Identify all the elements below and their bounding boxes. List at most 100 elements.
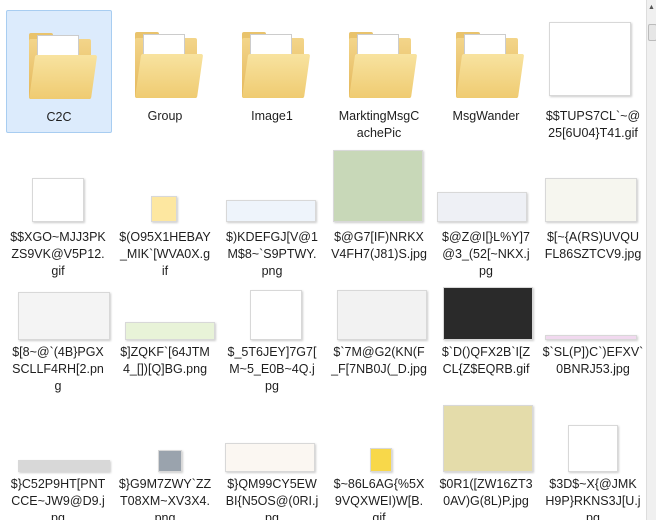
image-thumbnail — [549, 22, 631, 96]
image-file-item[interactable]: $3D$~X{@JMK H9P}RKNS3J[U.j pg — [541, 398, 645, 520]
scrollbar-thumb[interactable] — [648, 24, 656, 41]
folder-item[interactable]: Image1 — [220, 10, 324, 131]
file-name-line: pg — [51, 511, 65, 520]
image-thumbnail — [545, 178, 637, 222]
file-icon-view: C2C Group Image1 MarktingMsgC achePic MsgWand… — [0, 0, 647, 520]
image-file-item[interactable]: $$TUPS7CL`~@ 25[6U04}T41.gif — [541, 10, 645, 148]
image-file-item[interactable]: $~86L6AG{%5X 9VQXWEI)W[B. gif — [327, 398, 431, 520]
image-thumbnail — [333, 150, 423, 222]
file-name-line: pg — [586, 511, 600, 520]
image-file-item[interactable]: $_5T6JEY]7G7[M~5_E0B~4Q.j pg — [220, 282, 324, 401]
image-thumbnail — [151, 196, 177, 222]
image-thumbnail — [226, 200, 316, 222]
file-name-line: $(O95X1HEBAY — [119, 230, 211, 244]
file-name-line: ZS9VK@V5P12. — [11, 247, 105, 261]
file-name-line: $]ZQKF`[64JTM — [120, 345, 210, 359]
vertical-scrollbar[interactable]: ▲ — [646, 0, 656, 520]
file-name-line: MarktingMsgC — [338, 109, 420, 123]
file-name-line: if — [161, 264, 169, 278]
file-name-label: $3D$~X{@JMK H9P}RKNS3J[U.j pg — [541, 476, 645, 520]
file-name-line: $@Z@I[}L%Y]7 — [442, 230, 530, 244]
file-name-line: @3_(52[~NKX.j — [442, 247, 530, 261]
file-name-label: $}QM99CY5EW BI{N5OS@(0RI.j pg — [220, 476, 324, 520]
file-name-line: BI{N5OS@(0RI.j — [225, 494, 319, 508]
folder-item[interactable]: Group — [113, 10, 217, 131]
file-name-label: C2C — [7, 109, 111, 126]
file-name-line: $~86L6AG{%5X — [333, 477, 425, 491]
image-file-item[interactable]: $]ZQKF`[64JTM 4_[])[Q]BG.png — [113, 282, 217, 384]
file-name-label: $}C52P9HT[PNT CCE~JW9@D9.j pg — [6, 476, 110, 520]
image-file-item[interactable]: $$XGO~MJJ3PK ZS9VK@V5P12. gif — [6, 140, 110, 286]
file-name-label: $`D()QFX2B`I[Z CL{Z$EQRB.gif — [434, 344, 538, 378]
image-file-item[interactable]: $`7M@G2(KN(F _F[7NB0J(_D.jpg — [327, 282, 431, 384]
scroll-up-arrow-icon[interactable]: ▲ — [648, 4, 655, 11]
file-name-line: FL86SZTCV9.jpg — [544, 247, 642, 261]
image-thumbnail — [125, 322, 215, 340]
file-name-line: H9P}RKNS3J[U.j — [545, 494, 641, 508]
folder-icon — [349, 32, 418, 98]
file-name-label: $)KDEFGJ[V@1 M$8~`S9PTWY. png — [220, 229, 324, 280]
file-name-line: $}QM99CY5EW — [227, 477, 317, 491]
file-name-label: Group — [113, 108, 217, 125]
file-name-line: 0AV)G(8L)P.jpg — [443, 494, 529, 508]
file-name-line: $`SL(P])C`)EFXV` — [542, 345, 644, 359]
file-name-label: Image1 — [220, 108, 324, 125]
image-thumbnail — [545, 335, 637, 340]
file-name-label: $@G7[IF)NRKX V4FH7(J81)S.jpg — [327, 229, 431, 263]
image-file-item[interactable]: $[8~@`(4B}PGX SCLLF4RH[2.pn g — [6, 282, 110, 401]
file-name-label: $$XGO~MJJ3PK ZS9VK@V5P12. gif — [6, 229, 110, 280]
file-name-line: $}G9M7ZWY`ZZ — [118, 477, 212, 491]
image-file-item[interactable]: $@G7[IF)NRKX V4FH7(J81)S.jpg — [327, 140, 431, 269]
file-name-line: 0BNRJ53.jpg — [556, 362, 630, 376]
image-thumbnail — [18, 292, 110, 340]
file-name-label: $[~{A(RS)UVQU FL86SZTCV9.jpg — [541, 229, 645, 263]
file-name-line: $`7M@G2(KN(F — [333, 345, 425, 359]
folder-icon — [242, 32, 311, 98]
image-file-item[interactable]: $`SL(P])C`)EFXV` 0BNRJ53.jpg — [541, 282, 645, 384]
file-name-line: _F[7NB0J(_D.jpg — [331, 362, 427, 376]
file-name-line: CCE~JW9@D9.j — [11, 494, 105, 508]
image-thumbnail — [443, 287, 533, 340]
folder-item[interactable]: C2C — [6, 10, 112, 133]
image-file-item[interactable]: $(O95X1HEBAY _MIK`[WVA0X.g if — [113, 140, 217, 286]
image-file-item[interactable]: $}G9M7ZWY`ZZ T08XM~XV3X4. png — [113, 398, 217, 520]
file-name-line: C2C — [46, 110, 72, 124]
file-name-line: png — [154, 511, 176, 520]
folder-icon — [135, 32, 204, 98]
file-name-line: $$TUPS7CL`~@ — [545, 109, 641, 123]
file-name-line: MsgWander — [452, 109, 520, 123]
image-file-item[interactable]: $0R1([ZW16ZT3 0AV)G(8L)P.jpg — [434, 398, 538, 516]
file-name-line: $@G7[IF)NRKX — [334, 230, 424, 244]
image-thumbnail — [158, 450, 182, 472]
image-thumbnail — [225, 443, 315, 472]
folder-item[interactable]: MsgWander — [434, 10, 538, 131]
file-name-line: 4_[])[Q]BG.png — [122, 362, 208, 376]
file-name-line: g — [54, 379, 62, 393]
file-name-line: gif — [372, 511, 386, 520]
file-name-label: $]ZQKF`[64JTM 4_[])[Q]BG.png — [113, 344, 217, 378]
image-thumbnail — [437, 192, 527, 222]
image-file-item[interactable]: $)KDEFGJ[V@1 M$8~`S9PTWY. png — [220, 140, 324, 286]
file-name-label: $`SL(P])C`)EFXV` 0BNRJ53.jpg — [541, 344, 645, 378]
file-name-line: pg — [479, 264, 493, 278]
file-name-line: png — [261, 264, 283, 278]
file-name-label: $_5T6JEY]7G7[M~5_E0B~4Q.j pg — [220, 344, 324, 395]
file-name-label: $@Z@I[}L%Y]7 @3_(52[~NKX.jpg — [434, 229, 538, 280]
file-name-line: M~5_E0B~4Q.j — [229, 362, 315, 376]
image-thumbnail — [443, 405, 533, 472]
image-file-item[interactable]: $}QM99CY5EW BI{N5OS@(0RI.j pg — [220, 398, 324, 520]
folder-item[interactable]: MarktingMsgC achePic — [327, 10, 431, 148]
image-thumbnail — [250, 290, 302, 340]
file-name-line: $}C52P9HT[PNT — [10, 477, 106, 491]
file-name-label: $[8~@`(4B}PGX SCLLF4RH[2.pn g — [6, 344, 110, 395]
file-name-line: SCLLF4RH[2.pn — [12, 362, 104, 376]
image-file-item[interactable]: $`D()QFX2B`I[Z CL{Z$EQRB.gif — [434, 282, 538, 384]
file-name-label: MsgWander — [434, 108, 538, 125]
file-name-line: $[8~@`(4B}PGX — [12, 345, 104, 359]
image-file-item[interactable]: $[~{A(RS)UVQU FL86SZTCV9.jpg — [541, 140, 645, 269]
image-file-item[interactable]: $}C52P9HT[PNT CCE~JW9@D9.j pg — [6, 398, 110, 520]
image-file-item[interactable]: $@Z@I[}L%Y]7 @3_(52[~NKX.jpg — [434, 140, 538, 286]
file-name-line: CL{Z$EQRB.gif — [442, 362, 530, 376]
file-name-label: $`7M@G2(KN(F _F[7NB0J(_D.jpg — [327, 344, 431, 378]
image-thumbnail — [337, 290, 427, 340]
